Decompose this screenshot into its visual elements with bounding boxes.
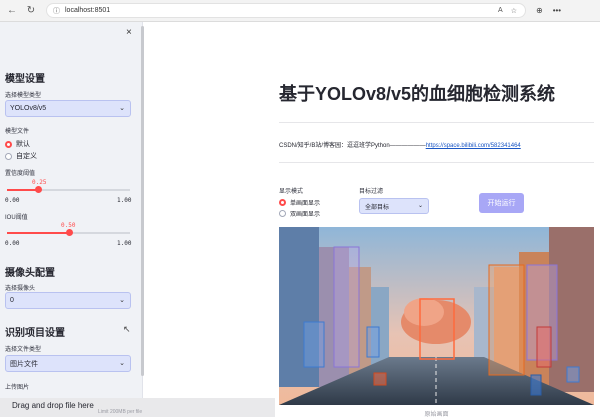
credit-line: CSDN/知乎/B站/博客园：逗逗班学Python——————https://s… bbox=[279, 140, 521, 149]
divider bbox=[279, 162, 594, 163]
close-sidebar-icon[interactable]: × bbox=[126, 27, 132, 38]
iou-max: 1.00 bbox=[117, 240, 132, 247]
iou-slider-fill bbox=[7, 232, 69, 234]
radio-unselected-icon bbox=[5, 152, 12, 160]
iou-value: 0.50 bbox=[61, 222, 76, 229]
file-type-label: 选择文件类型 bbox=[5, 347, 42, 353]
iou-min: 0.00 bbox=[5, 240, 20, 247]
browser-toolbar: ← ↻ ⓘ localhost:8501 A ☆ ⊕ ••• bbox=[0, 0, 600, 22]
address-bar[interactable]: ⓘ localhost:8501 A ☆ bbox=[46, 3, 526, 18]
model-file-label: 模型文件 bbox=[5, 129, 30, 135]
confidence-min: 0.00 bbox=[5, 197, 20, 204]
dropzone-limit: Limit 200MB per file bbox=[98, 409, 143, 415]
mouse-cursor-icon: ↖ bbox=[123, 324, 131, 334]
run-button[interactable]: 开始运行 bbox=[479, 193, 524, 213]
page-title: 基于YOLOv8/v5的血细胞检测系统 bbox=[279, 84, 556, 104]
recognition-settings-heading: 识别项目设置 bbox=[5, 328, 65, 339]
chevron-down-icon: ⌄ bbox=[417, 203, 423, 209]
display-mode-label: 显示模式 bbox=[279, 189, 304, 195]
dropzone-text: Drag and drop file here bbox=[12, 401, 94, 410]
radio-dual-view-label: 双画面显示 bbox=[290, 212, 321, 218]
url-text: localhost:8501 bbox=[65, 7, 111, 14]
upload-label: 上传图片 bbox=[5, 385, 30, 391]
radio-single-view-label: 单画面显示 bbox=[290, 201, 321, 207]
camera-settings-heading: 摄像头配置 bbox=[5, 268, 55, 279]
file-dropzone[interactable]: Drag and drop file here Limit 200MB per … bbox=[0, 398, 275, 417]
confidence-slider-fill bbox=[7, 189, 38, 191]
radio-dual-view[interactable]: 双画面显示 bbox=[279, 209, 320, 218]
radio-custom-label: 自定义 bbox=[16, 153, 37, 160]
confidence-value: 0.25 bbox=[32, 179, 47, 186]
model-type-label: 选择模型类型 bbox=[5, 93, 42, 99]
chevron-down-icon: ⌄ bbox=[119, 360, 125, 367]
camera-select[interactable]: 0 ⌄ bbox=[5, 292, 131, 309]
confidence-slider[interactable] bbox=[7, 186, 130, 193]
favorite-icon[interactable]: ☆ bbox=[511, 7, 517, 15]
info-icon[interactable]: ⓘ bbox=[53, 6, 60, 16]
radio-selected-icon bbox=[5, 140, 12, 148]
radio-single-view[interactable]: 单画面显示 bbox=[279, 198, 320, 207]
confidence-max: 1.00 bbox=[117, 197, 132, 204]
credit-text: CSDN/知乎/B站/博客园：逗逗班学Python—————— bbox=[279, 143, 426, 149]
more-icon[interactable]: ••• bbox=[553, 6, 561, 15]
target-filter-value: 全部目标 bbox=[365, 204, 390, 211]
iou-slider[interactable] bbox=[7, 229, 130, 236]
camera-label: 选择摄像头 bbox=[5, 286, 36, 292]
target-filter-label: 目标过滤 bbox=[359, 189, 384, 195]
confidence-label: 置信度阈值 bbox=[5, 171, 36, 177]
bilibili-link[interactable]: https://space.bilibili.com/582341464 bbox=[426, 143, 521, 149]
extensions-icon[interactable]: ⊕ bbox=[536, 6, 543, 15]
model-settings-heading: 模型设置 bbox=[5, 74, 45, 85]
radio-selected-icon bbox=[279, 199, 286, 206]
chevron-down-icon: ⌄ bbox=[119, 105, 125, 112]
file-type-select[interactable]: 图片文件 ⌄ bbox=[5, 355, 131, 372]
radio-unselected-icon bbox=[279, 210, 286, 217]
chevron-down-icon: ⌄ bbox=[119, 297, 125, 304]
refresh-icon[interactable]: ↻ bbox=[24, 4, 38, 18]
sidebar: × 模型设置 选择模型类型 YOLOv8/v5 ⌄ 模型文件 默认 自定义 置信… bbox=[0, 22, 143, 417]
file-type-value: 图片文件 bbox=[10, 360, 38, 368]
target-filter-select[interactable]: 全部目标 ⌄ bbox=[359, 198, 429, 214]
radio-custom[interactable]: 自定义 bbox=[5, 151, 37, 161]
sidebar-scrollbar[interactable] bbox=[141, 26, 144, 376]
radio-default[interactable]: 默认 bbox=[5, 139, 30, 149]
radio-default-label: 默认 bbox=[16, 141, 30, 148]
confidence-slider-thumb[interactable] bbox=[34, 186, 42, 193]
divider bbox=[279, 122, 594, 123]
model-type-value: YOLOv8/v5 bbox=[10, 105, 47, 112]
iou-slider-thumb[interactable] bbox=[65, 229, 73, 236]
result-image bbox=[279, 227, 594, 405]
camera-value: 0 bbox=[10, 297, 14, 304]
iou-label: IOU阈值 bbox=[5, 215, 28, 221]
model-type-select[interactable]: YOLOv8/v5 ⌄ bbox=[5, 100, 131, 117]
back-icon[interactable]: ← bbox=[5, 4, 19, 18]
read-aloud-icon[interactable]: A bbox=[498, 7, 503, 15]
